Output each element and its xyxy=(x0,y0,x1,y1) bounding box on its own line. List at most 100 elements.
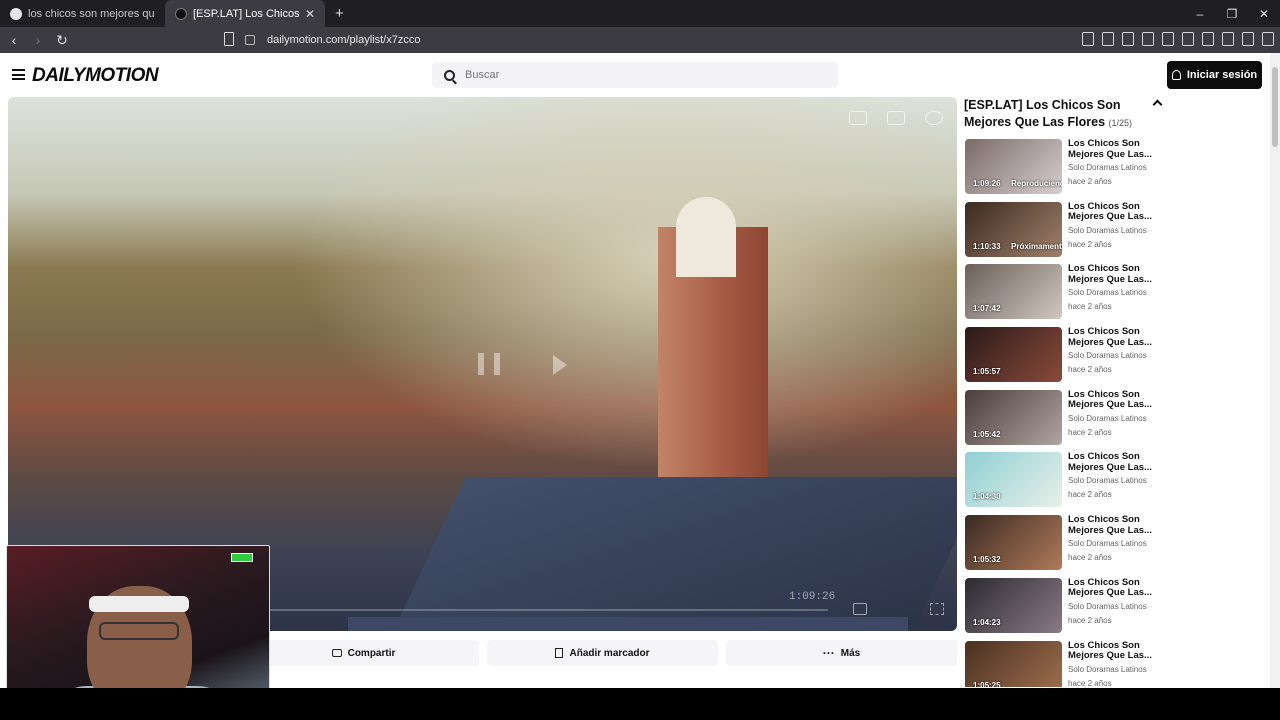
browser-tab-dailymotion[interactable]: [ESP.LAT] Los Chicos Son Mejores ✕ xyxy=(165,0,325,27)
video-title[interactable]: Los Chicos Son Mejores Que Las... xyxy=(1068,640,1168,662)
video-meta: Los Chicos Son Mejores Que Las... Solo Do… xyxy=(1068,138,1168,202)
progress-bar[interactable] xyxy=(268,609,828,611)
minimize-button[interactable]: – xyxy=(1184,7,1216,21)
back-icon[interactable]: ‹ xyxy=(4,32,24,48)
video-title[interactable]: Los Chicos Son Mejores Que Las... xyxy=(1068,201,1168,223)
channel-name[interactable]: Solo Doramas Latinos xyxy=(1068,288,1168,297)
video-title[interactable]: Los Chicos Son Mejores Que Las... xyxy=(1068,326,1168,348)
extension-icon[interactable] xyxy=(1102,32,1114,46)
volume-icon[interactable] xyxy=(853,603,867,615)
hamburger-menu-icon[interactable] xyxy=(12,69,25,80)
site-logo[interactable]: DAILYMOTION xyxy=(32,65,159,87)
video-thumbnail[interactable]: 1:09:26 Reproduciendo xyxy=(965,139,1062,194)
video-meta: Los Chicos Son Mejores Que Las... Solo Do… xyxy=(1068,452,1168,515)
video-thumbnail[interactable]: 1:05:57 xyxy=(965,327,1062,383)
playlist-count: (1/25) xyxy=(1108,118,1133,128)
video-title[interactable]: Los Chicos Son Mejores Que Las... xyxy=(1068,577,1168,599)
video-thumbnail[interactable]: 1:04:23 xyxy=(965,577,1062,633)
puzzle-icon[interactable] xyxy=(1122,32,1134,46)
pause-icon[interactable] xyxy=(478,353,500,375)
bookmark-page-icon[interactable] xyxy=(224,32,234,46)
channel-name[interactable]: Solo Doramas Latinos xyxy=(1068,539,1168,548)
bookmark-icon xyxy=(555,648,564,658)
playlist-item[interactable]: 1:05:57 Los Chicos Son Mejores Que Las...… xyxy=(965,326,1168,390)
channel-name[interactable]: Solo Doramas Latinos xyxy=(1068,602,1168,611)
extension-icon[interactable] xyxy=(1142,32,1154,46)
next-icon[interactable] xyxy=(553,355,567,375)
video-thumbnail[interactable]: 1:04:30 xyxy=(965,452,1062,508)
playlist-title: [ESP.LAT] Los Chicos Son Mejores Que Las… xyxy=(964,97,1156,132)
video-title[interactable]: Los Chicos Son Mejores Que Las... xyxy=(1068,264,1168,285)
channel-name[interactable]: Solo Doramas Latinos xyxy=(1068,665,1168,674)
playlist-item[interactable]: 1:07:42 Los Chicos Son Mejores Que Las...… xyxy=(965,264,1168,327)
playlist-item[interactable]: 1:05:25 Los Chicos Son Mejores Que Las...… xyxy=(965,640,1168,688)
playlist-item[interactable]: 1:04:30 Los Chicos Son Mejores Que Las...… xyxy=(965,452,1168,515)
video-title[interactable]: Los Chicos Son Mejores Que Las... xyxy=(1068,514,1168,536)
settings-gear-icon[interactable] xyxy=(925,111,943,125)
fullscreen-icon[interactable] xyxy=(930,603,944,615)
video-thumbnail[interactable]: 1:05:42 xyxy=(965,389,1062,445)
share-button[interactable]: Compartir xyxy=(248,640,479,666)
playlist-item[interactable]: 1:09:26 Reproduciendo Los Chicos Son Mejor… xyxy=(965,138,1168,202)
more-button[interactable]: ··· Más xyxy=(726,640,957,666)
playlist-item[interactable]: 1:05:42 Los Chicos Son Mejores Que Las...… xyxy=(965,389,1168,453)
upload-age: hace 2 años xyxy=(1068,427,1112,437)
battery-icon xyxy=(231,553,253,562)
video-title[interactable]: Los Chicos Son Mejores Que Las... xyxy=(1068,389,1168,411)
new-tab-button[interactable]: + xyxy=(325,5,354,22)
video-meta: Los Chicos Son Mejores Que Las... Solo Do… xyxy=(1068,326,1168,390)
music-icon[interactable] xyxy=(1162,32,1174,46)
thumbnail-duration: 1:05:57 xyxy=(973,367,1001,377)
scrollbar-thumb[interactable] xyxy=(1272,67,1278,147)
close-tab-icon[interactable]: ✕ xyxy=(305,7,315,21)
playlist-item[interactable]: 1:10:33 Próximamente Los Chicos Son Mejore… xyxy=(965,201,1168,265)
shield-icon[interactable] xyxy=(1242,32,1254,46)
video-title[interactable]: Los Chicos Son Mejores Que Las... xyxy=(1068,138,1168,160)
more-label: Más xyxy=(840,647,861,659)
add-bookmark-button[interactable]: Añadir marcador xyxy=(487,640,718,666)
playlist-title-text: [ESP.LAT] Los Chicos Son Mejores Que Las… xyxy=(964,98,1121,129)
cast-icon[interactable] xyxy=(849,111,867,125)
site-header: DAILYMOTION Iniciar sesión xyxy=(0,53,1280,97)
browser-tab-search[interactable]: los chicos son mejores que las flores xyxy=(0,0,165,27)
webcam-glasses xyxy=(99,622,179,640)
restore-button[interactable]: ❐ xyxy=(1216,7,1248,21)
wallet-icon[interactable] xyxy=(1202,32,1214,46)
upload-age: hace 2 años xyxy=(1068,177,1112,186)
close-window-button[interactable]: ✕ xyxy=(1248,7,1280,21)
url-bar[interactable]: dailymotion.com/playlist/x7zcco xyxy=(245,30,965,50)
video-meta: Los Chicos Son Mejores Que Las... Solo Do… xyxy=(1068,514,1168,578)
search-bar[interactable] xyxy=(432,62,838,88)
sidebar-icon[interactable] xyxy=(1182,32,1194,46)
upload-age: hace 2 años xyxy=(1068,365,1112,375)
video-title[interactable]: Los Chicos Son Mejores Que Las... xyxy=(1068,452,1168,473)
login-button[interactable]: Iniciar sesión xyxy=(1167,61,1262,89)
eco-leaf-icon[interactable] xyxy=(887,111,905,125)
upload-age: hace 2 años xyxy=(1068,678,1112,688)
thumbnail-duration: 1:04:30 xyxy=(973,492,1001,502)
video-frame-roof xyxy=(348,617,908,631)
page-scrollbar[interactable] xyxy=(1270,53,1280,688)
menu-icon[interactable] xyxy=(1262,32,1274,46)
forward-icon[interactable]: › xyxy=(28,32,48,48)
search-input[interactable] xyxy=(465,69,805,81)
playlist-item[interactable]: 1:04:23 Los Chicos Son Mejores Que Las...… xyxy=(965,577,1168,641)
channel-name[interactable]: Solo Doramas Latinos xyxy=(1068,414,1168,423)
channel-name[interactable]: Solo Doramas Latinos xyxy=(1068,163,1168,172)
site-info-icon[interactable] xyxy=(245,35,255,45)
video-meta: Los Chicos Son Mejores Que Las... Solo Do… xyxy=(1068,640,1168,688)
reload-icon[interactable]: ↻ xyxy=(52,32,72,49)
login-label: Iniciar sesión xyxy=(1186,69,1258,81)
video-thumbnail[interactable]: 1:10:33 Próximamente xyxy=(965,201,1062,257)
video-thumbnail[interactable]: 1:05:25 xyxy=(965,640,1062,688)
video-thumbnail[interactable]: 1:07:42 xyxy=(965,264,1062,320)
extension-icon[interactable] xyxy=(1082,32,1094,46)
ai-icon[interactable] xyxy=(1222,32,1234,46)
video-thumbnail[interactable]: 1:05:32 xyxy=(965,515,1062,571)
channel-name[interactable]: Solo Doramas Latinos xyxy=(1068,351,1168,360)
playlist-item[interactable]: 1:05:32 Los Chicos Son Mejores Que Las...… xyxy=(965,514,1168,578)
channel-name[interactable]: Solo Doramas Latinos xyxy=(1068,476,1168,485)
thumbnail-duration: 1:05:25 xyxy=(973,680,1001,688)
browser-tab-strip: los chicos son mejores que las flores [E… xyxy=(0,0,1280,27)
channel-name[interactable]: Solo Doramas Latinos xyxy=(1068,226,1168,235)
